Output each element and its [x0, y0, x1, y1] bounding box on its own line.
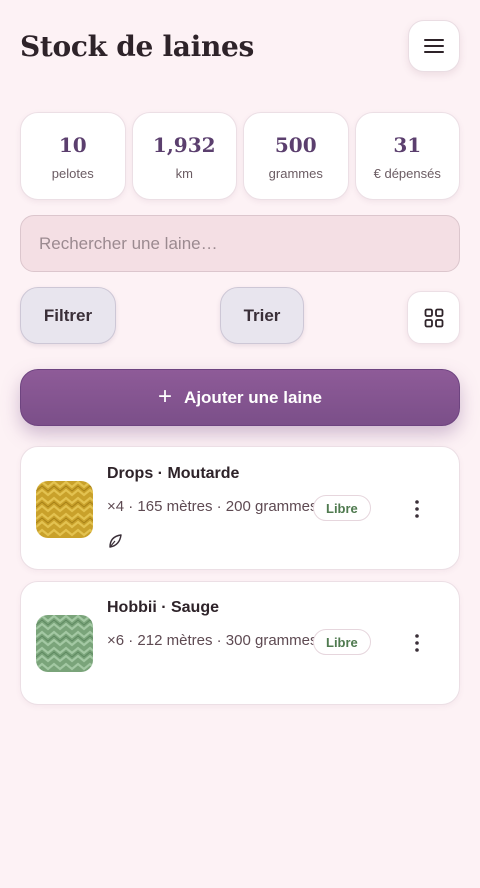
yarn-swatch	[36, 481, 93, 538]
stat-value: 10	[58, 133, 87, 157]
more-vertical-icon	[415, 500, 419, 518]
yarn-name: Drops · Moutarde	[107, 465, 240, 482]
leaf-icon	[109, 534, 122, 548]
stat-label: grammes	[268, 166, 323, 181]
stat-label: km	[175, 166, 193, 181]
add-yarn-button[interactable]: + Ajouter une laine	[20, 369, 460, 426]
stat-spent: 31 € dépensés	[354, 112, 460, 200]
menu-icon	[424, 39, 444, 53]
filter-button[interactable]: Filtrer	[20, 287, 116, 344]
stat-value: 500	[274, 133, 317, 157]
stats-row: 10 pelotes 1,932 km 500 grammes 31 € dép…	[20, 112, 460, 200]
stat-balls: 10 pelotes	[20, 112, 126, 200]
yarn-card[interactable]: Drops · Moutarde ×4 · 165 mètres · 200 g…	[20, 446, 460, 570]
yarn-swatch	[36, 615, 93, 672]
stat-value: 1,932	[152, 133, 216, 157]
status-badge: Libre	[313, 629, 371, 655]
grid-view-button[interactable]	[407, 291, 460, 344]
menu-button[interactable]	[408, 20, 460, 72]
stat-weight: 500 grammes	[243, 112, 349, 200]
stat-length: 1,932 km	[131, 112, 237, 200]
more-options-button[interactable]	[407, 631, 427, 655]
grid-view-icon	[424, 308, 443, 327]
stat-label: € dépensés	[373, 166, 441, 181]
more-options-button[interactable]	[407, 497, 427, 521]
status-badge: Libre	[313, 495, 371, 521]
app-header: Stock de laines	[20, 20, 460, 72]
sort-button[interactable]: Trier	[220, 287, 304, 344]
yarn-name: Hobbii · Sauge	[107, 599, 219, 616]
yarn-details: ×6 · 212 mètres · 300 grammes	[107, 632, 318, 649]
add-yarn-label: Ajouter une laine	[184, 387, 322, 407]
plus-icon: +	[158, 382, 173, 410]
search-input[interactable]: Rechercher une laine…	[20, 215, 460, 272]
stat-label: pelotes	[51, 166, 94, 181]
yarn-details: ×4 · 165 mètres · 200 grammes	[107, 498, 318, 515]
yarn-card[interactable]: Hobbii · Sauge ×6 · 212 mètres · 300 gra…	[20, 581, 460, 705]
more-vertical-icon	[415, 634, 419, 652]
stat-value: 31	[393, 133, 422, 157]
page-title: Stock de laines	[20, 30, 255, 63]
